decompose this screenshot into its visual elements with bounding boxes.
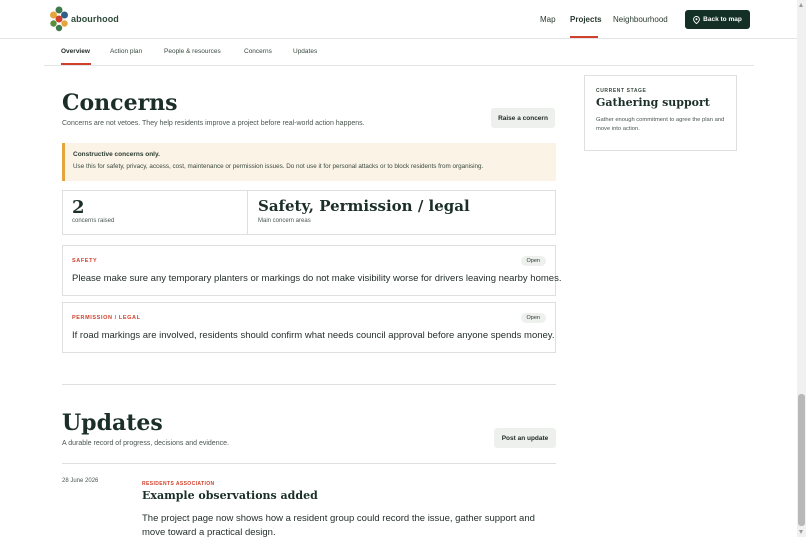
concern-category: SAFETY bbox=[72, 258, 98, 264]
tab-people-resources[interactable]: People & resources bbox=[164, 48, 221, 55]
post-update-button[interactable]: Post an update bbox=[494, 428, 556, 448]
stage-description: Gather enough commitment to agree the pl… bbox=[596, 117, 725, 132]
stage-kicker: CURRENT STAGE bbox=[596, 88, 647, 94]
tab-action-plan[interactable]: Action plan bbox=[110, 48, 142, 55]
page-scrollbar[interactable] bbox=[797, 0, 806, 537]
raise-concern-button[interactable]: Raise a concern bbox=[491, 108, 555, 128]
concern-stats: 2 concerns raised Safety, Permission / l… bbox=[62, 190, 556, 235]
concern-category: PERMISSION / LEGAL bbox=[72, 315, 141, 321]
tab-concerns[interactable]: Concerns bbox=[244, 48, 272, 55]
scroll-up-arrow-icon[interactable] bbox=[799, 3, 803, 7]
scrollbar-thumb[interactable] bbox=[798, 394, 805, 526]
tab-updates[interactable]: Updates bbox=[293, 48, 317, 55]
nav-active-indicator bbox=[570, 36, 598, 38]
back-to-map-label: Back to map bbox=[703, 16, 742, 23]
tab-active-indicator bbox=[61, 63, 91, 65]
top-navigation: abourhood Map Projects Neighbourhood Bac… bbox=[0, 0, 797, 39]
leaf-cluster-logo-icon bbox=[50, 6, 68, 32]
scroll-down-arrow-icon[interactable] bbox=[799, 530, 803, 534]
notice-title: Constructive concerns only. bbox=[73, 151, 160, 158]
current-stage-card: CURRENT STAGE Gathering support Gather e… bbox=[584, 75, 737, 151]
stats-divider bbox=[247, 191, 248, 234]
nav-projects[interactable]: Projects bbox=[570, 15, 602, 24]
section-divider bbox=[62, 384, 556, 385]
nav-map[interactable]: Map bbox=[540, 15, 556, 24]
main-concern-areas-label: Main concern areas bbox=[258, 218, 311, 224]
main-concern-areas: Safety, Permission / legal bbox=[258, 197, 470, 215]
concern-count-label: concerns raised bbox=[72, 218, 115, 224]
project-tabs: Overview Action plan People & resources … bbox=[44, 39, 754, 66]
logo-wordmark: abourhood bbox=[71, 14, 119, 24]
nav-neighbourhood[interactable]: Neighbourhood bbox=[613, 15, 668, 24]
updates-heading: Updates bbox=[62, 410, 163, 436]
back-to-map-button[interactable]: Back to map bbox=[685, 10, 750, 29]
concern-count: 2 bbox=[72, 197, 85, 218]
constructive-notice: Constructive concerns only. Use this for… bbox=[62, 143, 556, 181]
map-pin-icon bbox=[693, 15, 701, 24]
update-date: 28 June 2026 bbox=[62, 478, 99, 484]
update-title: Example observations added bbox=[142, 489, 318, 502]
updates-subtitle: A durable record of progress, decisions … bbox=[62, 440, 229, 447]
tab-overview[interactable]: Overview bbox=[61, 48, 90, 55]
concerns-subtitle: Concerns are not vetoes. They help resid… bbox=[62, 120, 365, 127]
concern-card[interactable]: PERMISSION / LEGAL Open If road markings… bbox=[62, 302, 556, 353]
stage-title: Gathering support bbox=[596, 96, 710, 109]
concern-text: If road markings are involved, residents… bbox=[72, 330, 555, 341]
update-body: The project page now shows how a residen… bbox=[142, 513, 535, 537]
concerns-heading: Concerns bbox=[62, 90, 178, 116]
concern-text: Please make sure any temporary planters … bbox=[72, 273, 562, 284]
status-badge: Open bbox=[520, 256, 546, 266]
notice-text: Use this for safety, privacy, access, co… bbox=[73, 163, 484, 170]
updates-divider bbox=[62, 463, 556, 464]
concern-card[interactable]: SAFETY Open Please make sure any tempora… bbox=[62, 245, 561, 296]
status-badge: Open bbox=[520, 313, 546, 323]
site-logo[interactable]: abourhood bbox=[49, 5, 119, 33]
update-category: RESIDENTS ASSOCIATION bbox=[142, 481, 215, 487]
